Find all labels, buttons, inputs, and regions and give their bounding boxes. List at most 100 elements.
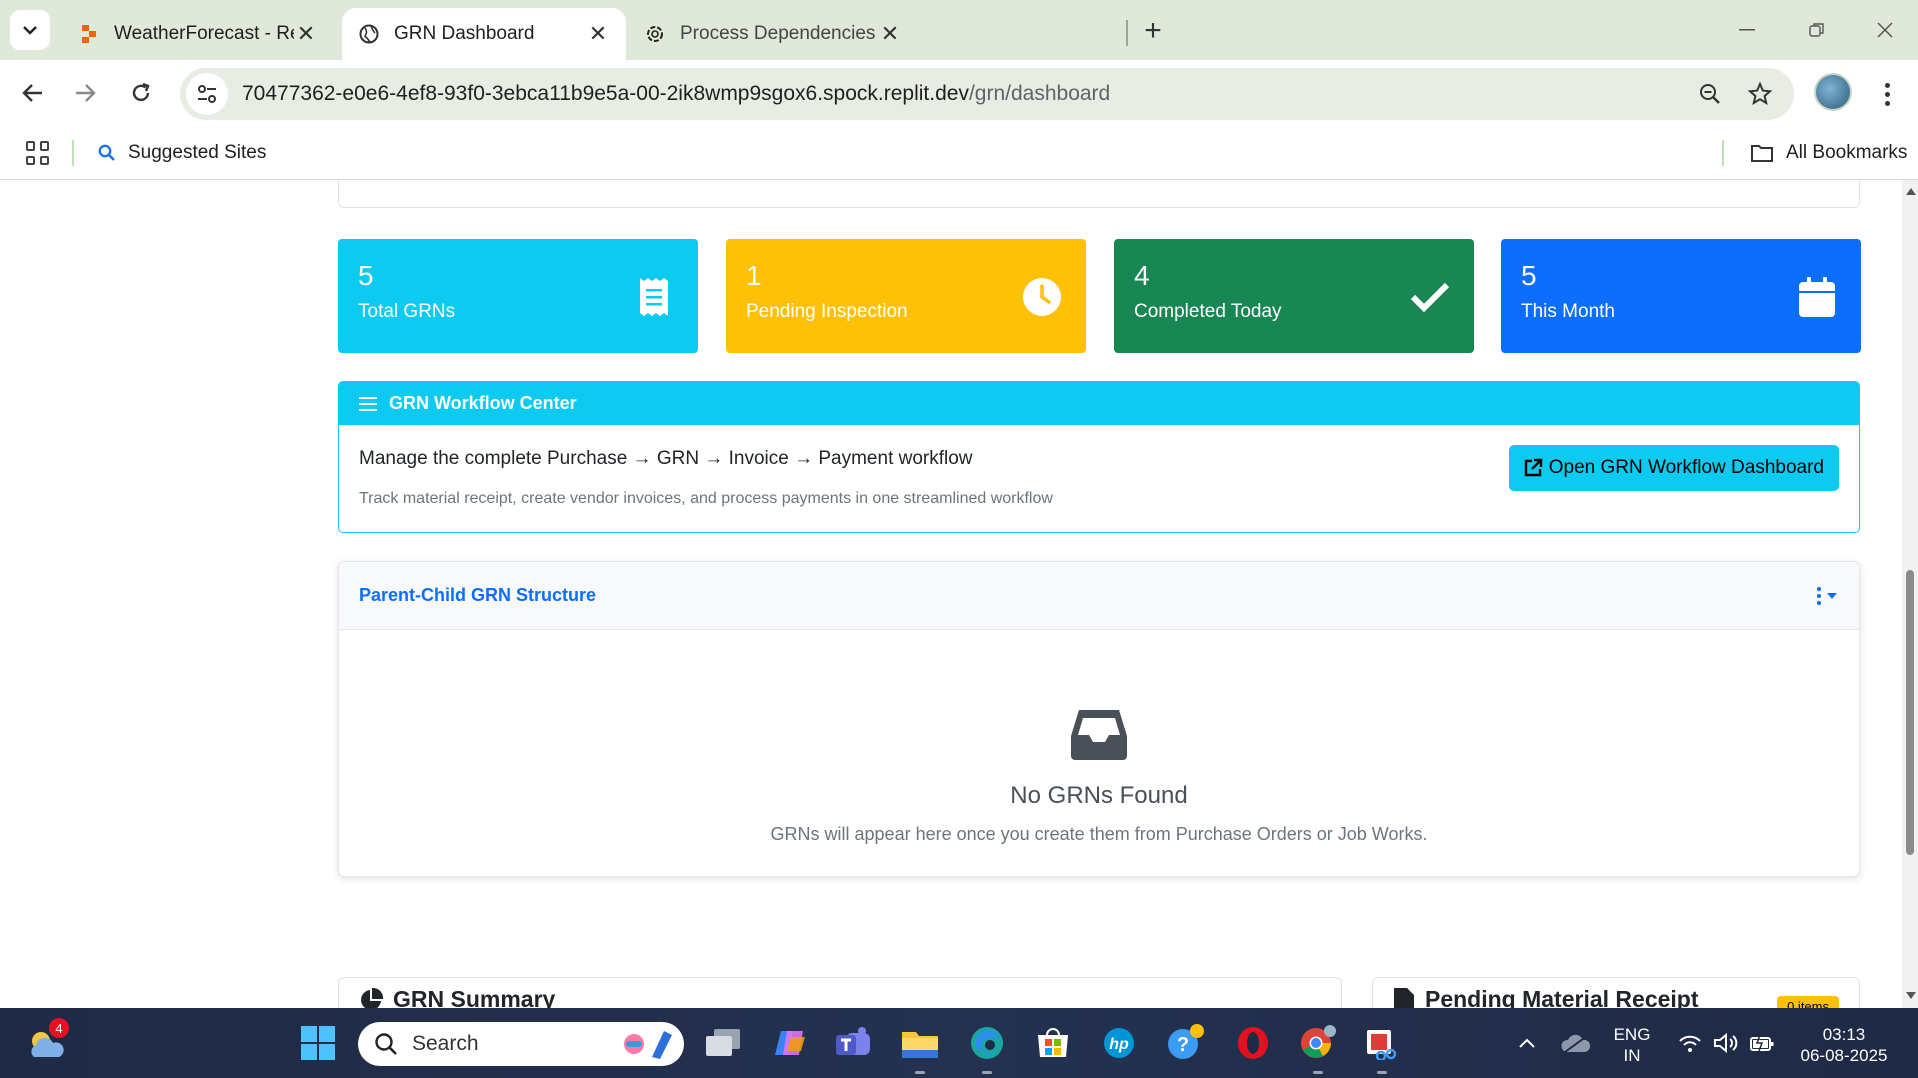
hp-icon[interactable]: hp [1099, 1023, 1139, 1063]
zoom-icon[interactable] [1690, 74, 1730, 114]
forward-arrow-icon[interactable] [64, 72, 106, 114]
opera-icon[interactable] [1233, 1023, 1273, 1063]
ellipsis-vertical-icon [1817, 587, 1821, 605]
tab-search-button[interactable] [10, 10, 50, 50]
tab-title: GRN Dashboard [394, 23, 535, 44]
parent-child-title: Parent-Child GRN Structure [359, 585, 597, 605]
browser-menu-icon[interactable] [1872, 74, 1902, 114]
volume-icon[interactable] [1706, 1023, 1746, 1063]
open-workflow-dashboard-button[interactable]: Open GRN Workflow Dashboard [1508, 445, 1839, 491]
task-view-icon[interactable] [703, 1023, 743, 1063]
workflow-header: GRN Workflow Center [339, 382, 1859, 425]
stat-card-pending-inspection: 1 Pending Inspection [726, 239, 1086, 353]
copilot-icon[interactable] [770, 1023, 810, 1063]
open-workflow-dashboard-label: Open GRN Workflow Dashboard [1548, 457, 1824, 478]
running-indicator [982, 1071, 992, 1074]
workflow-subtext: Track material receipt, create vendor in… [359, 490, 1053, 507]
address-bar[interactable]: 70477362-e0e6-4ef8-93f0-3ebca11b9e5a-00-… [180, 68, 1794, 120]
new-tab-plus-icon[interactable]: + [1136, 14, 1170, 48]
tab-weatherforecast[interactable]: WeatherForecast - Replit ✕ [62, 8, 334, 60]
battery-icon[interactable] [1742, 1023, 1782, 1063]
wifi-icon[interactable] [1670, 1023, 1710, 1063]
site-info-icon[interactable] [186, 73, 228, 115]
empty-state-title: No GRNs Found [1010, 782, 1188, 809]
page-scrollbar[interactable] [1902, 180, 1918, 1008]
snipping-tool-icon[interactable] [1362, 1023, 1402, 1063]
receipt-icon [630, 273, 678, 321]
back-arrow-icon[interactable] [12, 72, 54, 114]
reload-icon[interactable] [120, 72, 162, 114]
clock-icon [1018, 273, 1066, 321]
card-options-dropdown[interactable] [1817, 586, 1837, 606]
scroll-up-arrow-icon[interactable] [1906, 188, 1916, 195]
page-content: 5 Total GRNs 1 Pending Inspection 4 Comp… [0, 180, 1918, 1008]
calendar-icon [1793, 273, 1841, 321]
region-code: IN [1623, 1046, 1641, 1065]
workflow-description: Manage the complete Purchase → GRN → Inv… [359, 448, 973, 469]
pending-material-header: Pending Material Receipt [1393, 986, 1699, 1008]
stat-card-this-month: 5 This Month [1501, 239, 1861, 353]
tab-separator [1126, 20, 1128, 46]
svg-text:hp: hp [1109, 1036, 1129, 1053]
close-window-icon[interactable] [1862, 10, 1908, 50]
close-icon[interactable]: ✕ [294, 21, 318, 46]
onedrive-icon[interactable] [1556, 1023, 1596, 1063]
help-icon[interactable]: ? [1166, 1023, 1206, 1063]
clock-display[interactable]: 03:13 06-08-2025 [1796, 1024, 1892, 1066]
browser-toolbar: 70477362-e0e6-4ef8-93f0-3ebca11b9e5a-00-… [0, 60, 1918, 126]
microsoft-store-icon[interactable] [1033, 1023, 1073, 1063]
search-icon [375, 1033, 397, 1055]
clock-time: 03:13 [1822, 1025, 1866, 1044]
language-code: ENG [1613, 1025, 1651, 1044]
tab-strip: WeatherForecast - Replit ✕ GRN Dashboard… [0, 0, 1918, 60]
edge-icon[interactable] [967, 1023, 1007, 1063]
empty-state: No GRNs Found GRNs will appear here once… [339, 708, 1859, 845]
clock-date: 06-08-2025 [1800, 1046, 1888, 1065]
folder-icon [1751, 145, 1773, 162]
empty-state-text: GRNs will appear here once you create th… [770, 824, 1428, 844]
close-icon[interactable]: ✕ [878, 21, 902, 46]
tab-grn-dashboard[interactable]: GRN Dashboard ✕ [342, 8, 626, 60]
profile-avatar[interactable] [1814, 73, 1852, 111]
pending-material-title: Pending Material Receipt [1425, 986, 1699, 1008]
chrome-icon[interactable] [1298, 1023, 1338, 1063]
pie-chart-icon [361, 987, 383, 1008]
workflow-title: GRN Workflow Center [389, 393, 577, 413]
scroll-down-arrow-icon[interactable] [1906, 992, 1916, 999]
notification-badge: 4 [49, 1018, 69, 1038]
restore-icon[interactable] [1794, 10, 1840, 50]
bookmark-separator [72, 140, 74, 166]
tab-title: WeatherForecast - Replit [114, 23, 294, 44]
chevron-up-icon[interactable] [1507, 1023, 1547, 1063]
teams-icon[interactable] [834, 1023, 874, 1063]
parent-child-grn-card: Parent-Child GRN Structure No GRNs Found… [338, 561, 1860, 877]
apps-grid-icon[interactable] [26, 141, 50, 165]
replit-favicon-icon [78, 23, 100, 45]
check-icon [1406, 273, 1454, 321]
search-placeholder: Search [412, 1032, 479, 1055]
chevron-down-icon [23, 26, 37, 35]
stat-card-total-grns: 5 Total GRNs [338, 239, 698, 353]
minimize-icon[interactable] [1724, 10, 1770, 50]
running-indicator [915, 1071, 925, 1074]
stat-card-completed-today: 4 Completed Today [1114, 239, 1474, 353]
svg-text:?: ? [1177, 1034, 1189, 1056]
workflow-center-card: GRN Workflow Center Manage the complete … [338, 381, 1860, 533]
close-icon[interactable]: ✕ [586, 21, 610, 46]
windows-start-icon[interactable] [298, 1023, 338, 1063]
tab-process-dependencies[interactable]: Process Dependencies Overview ✕ [628, 8, 918, 60]
grn-summary-card: GRN Summary [338, 977, 1342, 1008]
suggested-sites-label: Suggested Sites [128, 142, 267, 163]
all-bookmarks-link[interactable]: All Bookmarks [1750, 140, 1907, 166]
pending-count-badge: 0 items [1777, 996, 1839, 1008]
suggested-sites-link[interactable]: Suggested Sites [98, 140, 266, 166]
bookmark-star-icon[interactable] [1740, 74, 1780, 114]
language-indicator[interactable]: ENG IN [1612, 1024, 1652, 1066]
all-bookmarks-label: All Bookmarks [1786, 142, 1908, 163]
file-explorer-icon[interactable] [900, 1023, 940, 1063]
scroll-thumb[interactable] [1906, 570, 1914, 855]
running-indicator [1377, 1071, 1387, 1074]
previous-card-bottom [338, 180, 1860, 208]
taskbar-search-box[interactable]: Search [358, 1022, 684, 1066]
running-indicator [1313, 1071, 1323, 1074]
